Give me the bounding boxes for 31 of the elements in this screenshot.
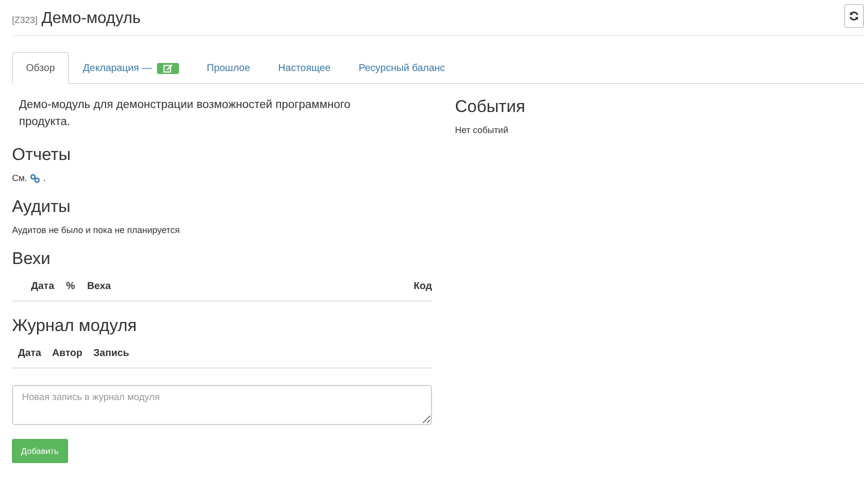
column-header: Код <box>414 281 432 292</box>
column-header: Запись <box>93 348 130 359</box>
edit-icon <box>162 64 173 72</box>
section-heading: Аудиты <box>12 197 72 217</box>
module-description: Демо-модуль для демонстрации возможностей программного продукта. <box>19 98 352 130</box>
section-heading: Вехи <box>12 249 52 269</box>
tab[interactable]: Обзор <box>12 52 69 84</box>
tab[interactable]: Ресурсный баланс <box>344 52 459 84</box>
tab[interactable]: Декларация — <box>68 52 193 84</box>
journal-entry-field[interactable]: Новая запись в журнал модуля <box>12 385 432 425</box>
refresh-button[interactable] <box>844 4 864 28</box>
tab[interactable]: Настоящее <box>264 52 345 84</box>
column-header: Дата <box>18 348 42 359</box>
module-code: [Z323] <box>12 14 38 24</box>
section-heading: Отчеты <box>12 145 72 165</box>
tab[interactable]: Прошлое <box>192 52 264 84</box>
link-icon[interactable] <box>30 174 40 182</box>
column-header: Автор <box>52 348 82 359</box>
column-header: Дата <box>31 281 54 292</box>
reports-punctuation: . <box>43 173 46 183</box>
section-heading: События <box>455 97 526 117</box>
page-title: Демо-модуль <box>42 10 141 28</box>
column-header: Веха <box>87 281 111 292</box>
add-button[interactable]: Добавить <box>12 439 68 463</box>
column-header: % <box>66 281 76 292</box>
reports-text: См. <box>12 173 28 183</box>
events-text: Нет событий <box>455 125 510 135</box>
refresh-icon <box>849 10 859 20</box>
section-heading: Журнал модуля <box>12 316 138 336</box>
edit-badge[interactable] <box>156 62 179 74</box>
audits-text: Аудитов не было и пока не планируется <box>12 225 181 235</box>
